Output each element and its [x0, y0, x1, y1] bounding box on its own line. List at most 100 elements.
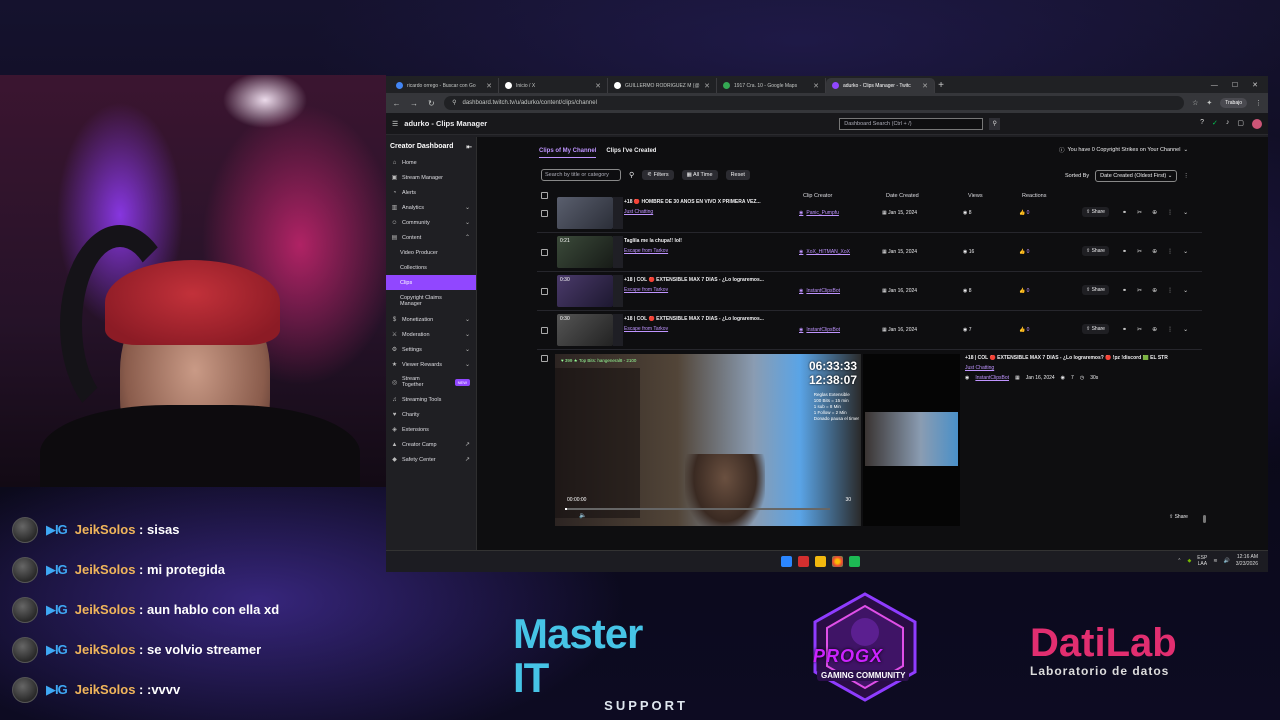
site-info-icon[interactable]: ⚲	[452, 96, 456, 110]
close-window-icon[interactable]: ✕	[1252, 78, 1258, 93]
sidebar-item-analytics[interactable]: ▥ Analytics ⌄	[386, 200, 476, 215]
reset-button[interactable]: Reset	[725, 170, 750, 180]
sidebar-item-community[interactable]: ☺ Community ⌄	[386, 215, 476, 230]
inbox-icon[interactable]: ▢	[1237, 119, 1244, 129]
sort-select[interactable]: Date Created (Oldest First) ⌄	[1095, 170, 1178, 182]
app-icon[interactable]	[849, 556, 860, 567]
sidebar-item-creator-camp[interactable]: ▲ Creator Camp ↗	[386, 437, 476, 452]
row-checkbox[interactable]	[541, 249, 548, 256]
sidebar-item-monetization[interactable]: $ Monetization ⌄	[386, 312, 476, 327]
clip-creator[interactable]: ◉ InstantClipsBot	[799, 288, 840, 294]
sidebar-item-clips[interactable]: Clips	[386, 275, 476, 290]
minimize-icon[interactable]: —	[1211, 78, 1218, 93]
clip-title[interactable]: +18 | COL 🔴 EXTENSIBLE MAX 7 DIAS - ¿Lo …	[624, 316, 794, 322]
clip-title[interactable]: +18 | COL 🔴 EXTENSIBLE MAX 7 DIAS - ¿Lo …	[965, 355, 1200, 361]
clip-creator[interactable]: ◉ InstantClipsBot	[799, 327, 840, 333]
copyright-status[interactable]: ⓘ You have 0 Copyright Strikes on Your C…	[1059, 146, 1188, 154]
hamburger-icon[interactable]: ☰	[392, 120, 398, 128]
check-icon[interactable]: ✓	[1212, 119, 1218, 129]
clip-category[interactable]: Just Chatting	[965, 365, 994, 371]
clip-title[interactable]: +18 🔴 HOMBRE DE 30 AÑOS EN VIVO X PRIMER…	[624, 199, 794, 205]
notifications-icon[interactable]: ♪	[1226, 119, 1230, 129]
sidebar-item-charity[interactable]: ♥ Charity	[386, 407, 476, 422]
close-icon[interactable]: ✕	[704, 82, 710, 90]
sidebar-item-video-producer[interactable]: Video Producer	[386, 245, 476, 260]
add-icon[interactable]: ⊕	[1152, 209, 1157, 216]
row-checkbox[interactable]	[541, 355, 548, 362]
more-options-icon[interactable]: ⋮	[1183, 173, 1189, 179]
search-icon[interactable]: ⚲	[629, 171, 634, 179]
scissors-icon[interactable]: ✂	[1137, 248, 1142, 255]
close-icon[interactable]: ✕	[595, 82, 601, 90]
sidebar-item-stream-manager[interactable]: ▣ Stream Manager	[386, 170, 476, 185]
language-indicator[interactable]: ESP LAA	[1197, 555, 1207, 567]
folder-icon[interactable]	[815, 556, 826, 567]
table-row[interactable]: 0:30 +18 | COL 🔴 EXTENSIBLE MAX 7 DIAS -…	[537, 272, 1202, 311]
share-button[interactable]: ⇪ Share	[1082, 285, 1109, 295]
sidebar-item-home[interactable]: ⌂ Home	[386, 155, 476, 170]
clip-thumbnail[interactable]	[557, 197, 613, 229]
row-checkbox[interactable]	[541, 327, 548, 334]
sidebar-item-viewer-rewards[interactable]: ★ Viewer Rewards ⌄	[386, 357, 476, 372]
windows-start-icon[interactable]	[781, 556, 792, 567]
forward-icon[interactable]: →	[409, 99, 418, 108]
sidebar-item-safety-center[interactable]: ◆ Safety Center ↗	[386, 452, 476, 467]
sidebar-item-settings[interactable]: ⚙ Settings ⌄	[386, 342, 476, 357]
tab-clips-ive-created[interactable]: Clips I've Created	[606, 148, 656, 158]
avatar[interactable]	[1252, 118, 1262, 129]
speaker-icon[interactable]: 🔊	[1224, 558, 1230, 564]
clip-search-input[interactable]: Search by title or category	[541, 169, 621, 181]
scissors-icon[interactable]: ✂	[1137, 326, 1142, 333]
chevron-down-icon[interactable]: ⌄	[1183, 287, 1188, 294]
all-time-button[interactable]: ▦ All Time	[681, 170, 718, 180]
clip-category[interactable]: Escape from Tarkov	[624, 248, 668, 254]
video-progress-bar[interactable]	[565, 508, 830, 510]
link-icon[interactable]: ⚭	[1122, 287, 1127, 294]
clip-category[interactable]: Just Chatting	[624, 209, 653, 215]
add-icon[interactable]: ⊕	[1152, 287, 1157, 294]
sidebar-item-streaming-tools[interactable]: ♫ Streaming Tools	[386, 392, 476, 407]
browser-tab[interactable]: GUILLERMO RODRIGUEZ M (@ ✕	[608, 78, 717, 93]
close-icon[interactable]: ✕	[486, 82, 492, 90]
row-checkbox[interactable]	[541, 288, 548, 295]
menu-icon[interactable]: ⋮	[1255, 99, 1262, 107]
browser-tab[interactable]: Inicio / X ✕	[499, 78, 608, 93]
search-icon[interactable]: ⚲	[989, 117, 1001, 130]
close-icon[interactable]: ✕	[813, 82, 819, 90]
reload-icon[interactable]: ↻	[427, 99, 436, 108]
link-icon[interactable]: ⚭	[1122, 209, 1127, 216]
filters-button[interactable]: ⚟ Filters	[642, 170, 674, 180]
dashboard-search-input[interactable]: Dashboard Search (Ctrl + /)	[839, 117, 984, 130]
clip-category[interactable]: Escape from Tarkov	[624, 287, 668, 293]
wifi-icon[interactable]: ≋	[1213, 558, 1217, 564]
more-options-icon[interactable]: ⋮	[1167, 248, 1173, 255]
share-button[interactable]: ⇪ Share	[1082, 207, 1109, 217]
new-tab-icon[interactable]: +	[935, 78, 947, 93]
link-icon[interactable]: ⚭	[1122, 326, 1127, 333]
browser-tab[interactable]: ricardo orrego - Buscar con Go ✕	[390, 78, 499, 93]
help-icon[interactable]: ?	[1200, 119, 1204, 129]
url-field[interactable]: ⚲ dashboard.twitch.tv/u/adurko/content/c…	[444, 96, 1185, 110]
clock[interactable]: 12:16 AM 3/23/2026	[1236, 554, 1258, 568]
chevron-down-icon[interactable]: ⌄	[1183, 326, 1188, 333]
back-icon[interactable]: ←	[392, 99, 401, 108]
more-options-icon[interactable]: ⋮	[1167, 287, 1173, 294]
scissors-icon[interactable]: ✂	[1137, 287, 1142, 294]
clip-creator[interactable]: ◉ Panic_Pumpfu	[799, 210, 839, 216]
row-checkbox[interactable]	[541, 210, 548, 217]
chevron-up-icon[interactable]: ⌃	[1177, 558, 1181, 564]
tab-clips-of-my-channel[interactable]: Clips of My Channel	[539, 148, 597, 158]
scrollbar-thumb[interactable]	[1203, 515, 1206, 523]
table-row[interactable]: +18 🔴 HOMBRE DE 30 AÑOS EN VIVO X PRIMER…	[537, 194, 1202, 233]
add-icon[interactable]: ⊕	[1152, 326, 1157, 333]
clip-title[interactable]: Taglila me la chupa!! lol!	[624, 238, 794, 244]
table-row[interactable]: 0:21 Taglila me la chupa!! lol! Escape f…	[537, 233, 1202, 272]
chevron-down-icon[interactable]: ⌄	[1183, 248, 1188, 255]
maximize-icon[interactable]: ☐	[1232, 78, 1238, 93]
link-icon[interactable]: ⚭	[1122, 248, 1127, 255]
clip-category[interactable]: Escape from Tarkov	[624, 326, 668, 332]
table-row[interactable]: 0:30 +18 | COL 🔴 EXTENSIBLE MAX 7 DIAS -…	[537, 311, 1202, 350]
more-options-icon[interactable]: ⋮	[1167, 209, 1173, 216]
clip-title[interactable]: +18 | COL 🔴 EXTENSIBLE MAX 7 DIAS - ¿Lo …	[624, 277, 794, 283]
scrollbar[interactable]	[1203, 137, 1207, 572]
